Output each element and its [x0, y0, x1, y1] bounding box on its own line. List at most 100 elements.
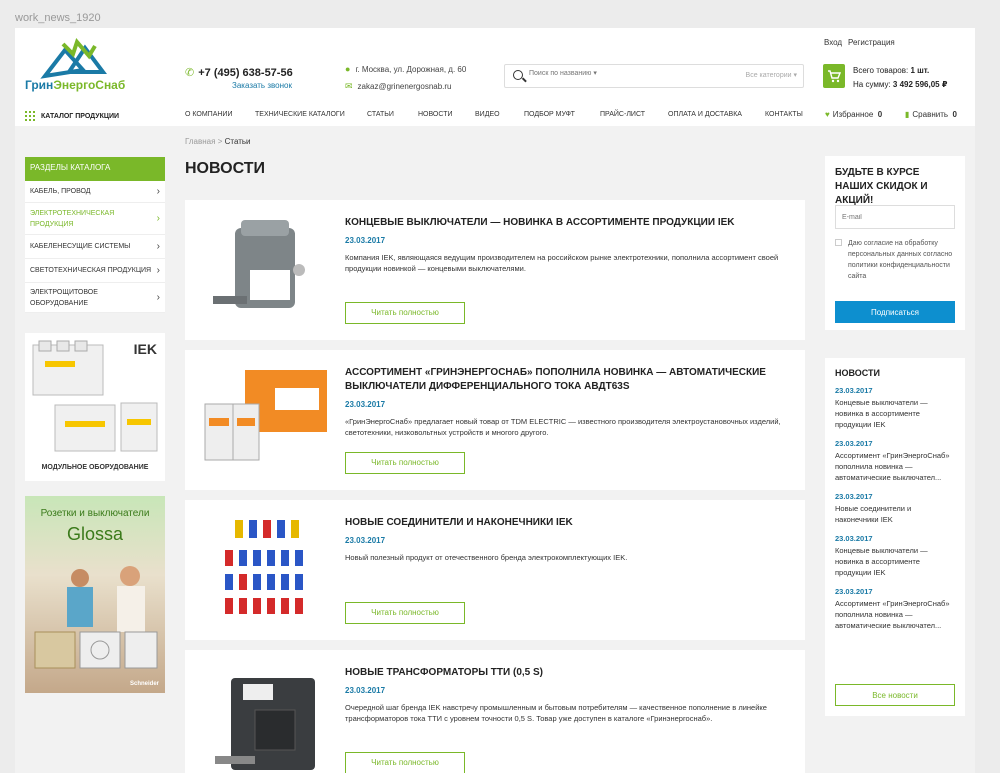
nav-item-about[interactable]: О КОМПАНИИ: [185, 111, 232, 118]
news-title[interactable]: АССОРТИМЕНТ «ГРИНЭНЕРГОСНАБ» ПОПОЛНИЛА Н…: [345, 366, 785, 394]
side-news-item[interactable]: 23.03.2017 Концевые выключатели — новинка…: [835, 386, 955, 430]
register-link[interactable]: Регистрация: [848, 38, 895, 47]
cart-icon: [828, 70, 841, 83]
callback-link[interactable]: Заказать звонок: [232, 81, 292, 90]
nav-item-couplings[interactable]: ПОДБОР МУФТ: [524, 111, 575, 118]
search-icon[interactable]: [513, 70, 523, 80]
nav-item-payment-delivery[interactable]: ОПЛАТА И ДОСТАВКА: [668, 111, 742, 118]
chevron-right-icon: ›: [156, 265, 160, 276]
breadcrumb-home[interactable]: Главная: [185, 137, 215, 146]
read-more-button[interactable]: Читать полностью: [345, 602, 465, 624]
side-news-item[interactable]: 23.03.2017 Концевые выключатели — новинка…: [835, 534, 955, 578]
compare-link[interactable]: ▮ Сравнить 0: [905, 110, 957, 119]
nav-item-price-list[interactable]: ПРАЙС-ЛИСТ: [600, 111, 645, 118]
email-contact[interactable]: ✉ zakaz@grinenergosnab.ru: [345, 81, 452, 92]
catalog-item-cable[interactable]: КАБЕЛЬ, ПРОВОД ›: [25, 181, 165, 203]
page: ГринЭнергоСнаб ✆ +7 (495) 638-57-56 Заказ…: [15, 28, 975, 773]
favorites-count: 0: [877, 110, 883, 119]
banner-brand: IEK: [133, 341, 157, 357]
cart-sum-label: На сумму:: [853, 80, 891, 89]
search-input[interactable]: [529, 70, 709, 77]
side-news-item[interactable]: 23.03.2017 Новые соединители и наконечник…: [835, 492, 955, 525]
catalog-item-label: СВЕТОТЕХНИЧЕСКАЯ ПРОДУКЦИЯ: [30, 267, 152, 274]
consent-checkbox[interactable]: [835, 239, 842, 246]
page-title: НОВОСТИ: [185, 160, 266, 177]
side-news-text: Концевые выключатели — новинка в ассорти…: [835, 398, 928, 429]
consent-text: Даю согласие на обработку персональных д…: [848, 240, 953, 280]
search-category-select[interactable]: Все категории ▾: [746, 71, 797, 79]
news-card: НОВЫЕ СОЕДИНИТЕЛИ И НАКОНЕЧНИКИ IEK 23.0…: [185, 500, 805, 640]
logo-text-part-1: Грин: [25, 78, 54, 92]
news-date: 23.03.2017: [345, 236, 386, 245]
heart-icon: ♥: [825, 110, 830, 119]
news-date: 23.03.2017: [345, 400, 386, 409]
news-title[interactable]: КОНЦЕВЫЕ ВЫКЛЮЧАТЕЛИ — НОВИНКА В АССОРТИ…: [345, 216, 785, 230]
side-news-text: Новые соединители и наконечники IEK: [835, 504, 912, 524]
news-text: Новый полезный продукт от отечественного…: [345, 553, 628, 562]
location-pin-icon: ●: [345, 64, 351, 74]
catalog-item-cable-systems[interactable]: КАБЕЛЕНЕСУЩИЕ СИСТЕМЫ ›: [25, 235, 165, 259]
breadcrumb-separator: >: [217, 137, 223, 146]
favorites-link[interactable]: ♥ Избранное 0: [825, 110, 882, 119]
cart-button[interactable]: [823, 64, 845, 88]
catalog-item-label: КАБЕЛЕНЕСУЩИЕ СИСТЕМЫ: [30, 243, 131, 250]
consent-checkbox-label[interactable]: Даю согласие на обработку персональных д…: [835, 238, 960, 282]
news-title[interactable]: НОВЫЕ ТРАНСФОРМАТОРЫ ТТИ (0,5 S): [345, 666, 785, 680]
nav-item-news[interactable]: НОВОСТИ: [418, 111, 453, 118]
catalog-sections-menu: РАЗДЕЛЫ КАТАЛОГА КАБЕЛЬ, ПРОВОД › ЭЛЕКТРО…: [25, 157, 165, 313]
read-more-button[interactable]: Читать полностью: [345, 302, 465, 324]
rcbo-image: [204, 370, 327, 461]
side-news-text: Ассортимент «ГринЭнергоСнаб» пополнила н…: [835, 451, 950, 482]
login-link[interactable]: Вход: [824, 38, 842, 47]
cart-count: Всего товаров: 1 шт.: [853, 66, 929, 75]
catalog-item-lighting[interactable]: СВЕТОТЕХНИЧЕСКАЯ ПРОДУКЦИЯ ›: [25, 259, 165, 283]
chevron-right-icon: ›: [156, 292, 160, 303]
catalog-item-electrotech[interactable]: ЭЛЕКТРОТЕХНИЧЕСКАЯ ПРОДУКЦИЯ ›: [25, 203, 165, 235]
email-field[interactable]: [835, 205, 955, 229]
all-news-button[interactable]: Все новости: [835, 684, 955, 706]
catalog-item-label: КАБЕЛЬ, ПРОВОД: [30, 188, 91, 195]
logo-text[interactable]: ГринЭнергоСнаб: [25, 78, 125, 92]
subscribe-button[interactable]: Подписаться: [835, 301, 955, 323]
news-card: НОВЫЕ ТРАНСФОРМАТОРЫ ТТИ (0,5 S) 23.03.2…: [185, 650, 805, 773]
cart-sum: На сумму: 3 492 596,05 ₽: [853, 80, 947, 89]
nav-item-articles[interactable]: СТАТЬИ: [367, 111, 394, 118]
logo-text-part-2: ЭнергоСнаб: [53, 78, 126, 92]
news-date: 23.03.2017: [345, 686, 386, 695]
frame-label: work_news_1920: [15, 12, 101, 24]
grid-icon: [25, 111, 35, 121]
phone-number[interactable]: ✆ +7 (495) 638-57-56: [185, 66, 293, 79]
news-title[interactable]: НОВЫЕ СОЕДИНИТЕЛИ И НАКОНЕЧНИКИ IEK: [345, 516, 785, 530]
banner-glossa[interactable]: Розетки и выключатели Glossa Schneider: [25, 496, 165, 693]
catalog-button[interactable]: КАТАЛОГ ПРОДУКЦИИ: [25, 111, 119, 121]
nav-item-tech-catalogs[interactable]: ТЕХНИЧЕСКИЕ КАТАЛОГИ: [255, 111, 345, 118]
side-news-item[interactable]: 23.03.2017 Ассортимент «ГринЭнергоСнаб» п…: [835, 439, 955, 483]
banner-modular-equipment[interactable]: IEK МОДУЛЬНОЕ ОБОРУДОВАНИЕ: [25, 333, 165, 481]
side-news-date: 23.03.2017: [835, 439, 873, 448]
news-card: АССОРТИМЕНТ «ГРИНЭНЕРГОСНАБ» ПОПОЛНИЛА Н…: [185, 350, 805, 490]
news-card: КОНЦЕВЫЕ ВЫКЛЮЧАТЕЛИ — НОВИНКА В АССОРТИ…: [185, 200, 805, 340]
breadcrumb-current: Статьи: [224, 137, 251, 146]
side-news-date: 23.03.2017: [835, 492, 873, 501]
read-more-button[interactable]: Читать полностью: [345, 752, 465, 773]
transformer-image: [215, 678, 315, 770]
nav-item-contacts[interactable]: КОНТАКТЫ: [765, 111, 803, 118]
compare-count: 0: [952, 110, 957, 119]
side-news-title: НОВОСТИ: [835, 368, 881, 378]
side-news-item[interactable]: 23.03.2017 Ассортимент «ГринЭнергоСнаб» п…: [835, 587, 955, 631]
favorites-label: Избранное: [832, 110, 874, 119]
limit-switch-image: [213, 220, 305, 308]
envelope-icon: ✉: [345, 81, 353, 91]
search-bar[interactable]: Все категории ▾: [504, 64, 804, 88]
cart-count-value: 1 шт.: [910, 66, 930, 75]
banner-caption: МОДУЛЬНОЕ ОБОРУДОВАНИЕ: [41, 464, 149, 471]
nav-item-video[interactable]: ВИДЕО: [475, 111, 500, 118]
address: ● г. Москва, ул. Дорожная, д. 60: [345, 64, 466, 74]
catalog-item-switchboard[interactable]: ЭЛЕКТРОЩИТОВОЕ ОБОРУДОВАНИЕ ›: [25, 283, 165, 313]
read-more-button[interactable]: Читать полностью: [345, 452, 465, 474]
side-news-text: Концевые выключатели — новинка в ассорти…: [835, 546, 928, 577]
header: ГринЭнергоСнаб ✆ +7 (495) 638-57-56 Заказ…: [15, 28, 975, 126]
news-text: Компания IEK, являющаяся ведущим произво…: [345, 253, 779, 273]
phone-text: +7 (495) 638-57-56: [198, 67, 293, 79]
news-text: «ГринЭнергоСнаб» предлагает новый товар …: [345, 417, 781, 437]
